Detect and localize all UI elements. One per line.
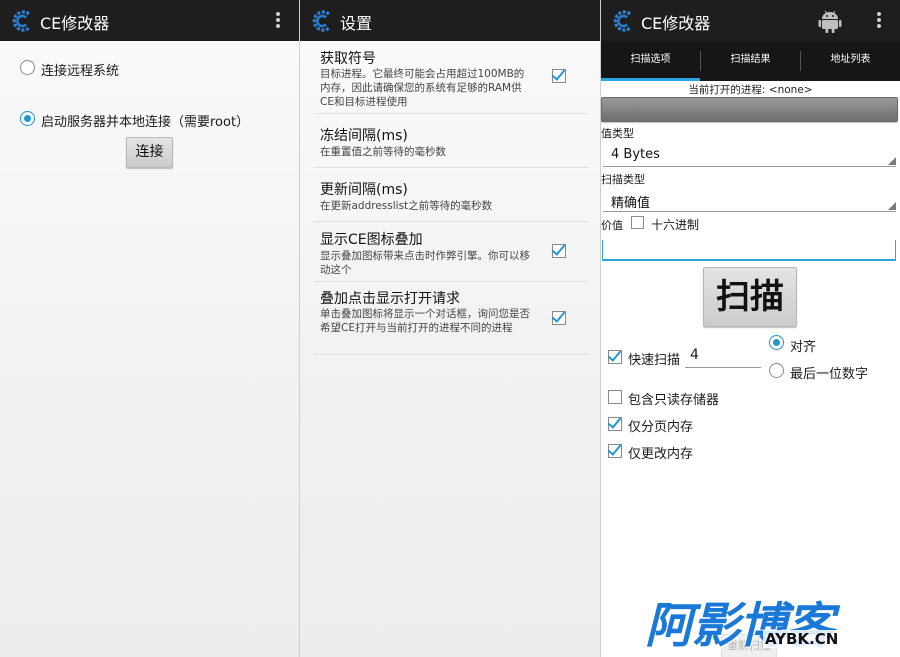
connect-screen: CE修改器 连接远程系统 启动服务器并本地连接（需要root） 连接 bbox=[0, 0, 299, 657]
action-bar: 设置 bbox=[300, 0, 600, 41]
last-digit-label: 最后一位数字 bbox=[790, 367, 869, 382]
settings-screen: 设置 获取符号 目标进程。它最终可能会占用超过100MB的内存，因此请确保您的系… bbox=[300, 0, 600, 657]
pref-fetch-symbols[interactable]: 获取符号 目标进程。它最终可能会占用超过100MB的内存，因此请确保您的系统有足… bbox=[314, 46, 588, 114]
action-bar: CE修改器 bbox=[0, 0, 299, 41]
readonly-memory-checkbox[interactable] bbox=[608, 390, 622, 404]
changed-memory-checkbox[interactable] bbox=[608, 444, 622, 458]
pref-summary: 在更新addresslist之前等待的毫秒数 bbox=[320, 200, 493, 212]
scan-screen: CE修改器 扫描选项 扫描结果 地址列表 当前打开的进程: <none> 值类型… bbox=[601, 0, 900, 657]
hex-label: 十六进制 bbox=[651, 218, 700, 232]
spinner-arrow-icon bbox=[888, 157, 896, 165]
app-title: CE修改器 bbox=[40, 14, 110, 33]
tab-scan-results[interactable]: 扫描结果 bbox=[701, 41, 800, 81]
pref-title: 获取符号 bbox=[320, 51, 376, 67]
pref-title: 冻结间隔(ms) bbox=[320, 128, 408, 144]
remote-system-label: 连接远程系统 bbox=[41, 64, 120, 79]
watermark-url: AYBK.CN bbox=[763, 630, 841, 648]
value-input[interactable] bbox=[602, 240, 896, 261]
ce-logo-icon bbox=[12, 10, 31, 32]
pref-title: 叠加点击显示打开请求 bbox=[320, 291, 460, 307]
fast-scan-input[interactable]: 4 bbox=[685, 347, 761, 368]
align-radio[interactable] bbox=[769, 335, 784, 350]
pref-checkbox[interactable] bbox=[552, 244, 566, 258]
pref-update-interval[interactable]: 更新间隔(ms) 在更新addresslist之前等待的毫秒数 bbox=[314, 168, 588, 222]
pref-summary: 在重置值之前等待的毫秒数 bbox=[320, 146, 446, 158]
changed-memory-label: 仅更改内存 bbox=[628, 447, 694, 462]
pref-freeze-interval[interactable]: 冻结间隔(ms) 在重置值之前等待的毫秒数 bbox=[314, 114, 588, 168]
pref-title: 显示CE图标叠加 bbox=[320, 232, 423, 248]
settings-title: 设置 bbox=[340, 14, 373, 33]
fast-scan-checkbox[interactable] bbox=[608, 350, 622, 364]
local-server-label: 启动服务器并本地连接（需要root） bbox=[41, 115, 250, 130]
watermark-logo: 阿影博客 AYBK.CN bbox=[645, 592, 885, 654]
value-label: 价值 bbox=[601, 219, 623, 232]
pref-checkbox[interactable] bbox=[552, 311, 566, 325]
overflow-menu-icon[interactable] bbox=[876, 12, 882, 30]
value-type-label: 值类型 bbox=[601, 127, 634, 140]
remote-system-radio[interactable] bbox=[20, 60, 35, 75]
action-bar: CE修改器 bbox=[601, 0, 900, 41]
select-process-button[interactable] bbox=[601, 97, 898, 122]
current-process-label: 当前打开的进程: <none> bbox=[688, 84, 813, 96]
hex-checkbox[interactable] bbox=[631, 216, 644, 229]
value-type-value: 4 Bytes bbox=[611, 147, 660, 162]
tab-scan-options[interactable]: 扫描选项 bbox=[601, 41, 700, 81]
spinner-arrow-icon bbox=[888, 202, 896, 210]
ce-logo-icon bbox=[312, 10, 331, 32]
scan-type-value: 精确值 bbox=[611, 196, 651, 211]
connect-button[interactable]: 连接 bbox=[126, 137, 173, 168]
pref-title: 更新间隔(ms) bbox=[320, 182, 408, 198]
pref-summary: 显示叠加图标带来点击时作弊引擎。你可以移动这个 bbox=[320, 250, 530, 276]
paged-memory-checkbox[interactable] bbox=[608, 417, 622, 431]
paged-memory-label: 仅分页内存 bbox=[628, 420, 694, 435]
scan-type-spinner[interactable]: 精确值 bbox=[603, 190, 896, 212]
pref-show-overlay[interactable]: 显示CE图标叠加 显示叠加图标带来点击时作弊引擎。你可以移动这个 bbox=[314, 222, 588, 282]
tab-address-list[interactable]: 地址列表 bbox=[801, 41, 900, 81]
readonly-memory-label: 包含只读存储器 bbox=[628, 393, 720, 408]
align-label: 对齐 bbox=[790, 340, 817, 355]
overflow-menu-icon[interactable] bbox=[275, 12, 281, 30]
android-process-icon[interactable] bbox=[818, 8, 842, 34]
pref-checkbox[interactable] bbox=[552, 69, 566, 83]
pref-summary: 目标进程。它最终可能会占用超过100MB的内存，因此请确保您的系统有足够的RAM… bbox=[320, 68, 525, 108]
tab-bar: 扫描选项 扫描结果 地址列表 bbox=[601, 41, 900, 81]
pref-overlay-open-request[interactable]: 叠加点击显示打开请求 单击叠加图标将显示一个对话框，询问您是否希望CE打开与当前… bbox=[314, 282, 588, 355]
value-type-spinner[interactable]: 4 Bytes bbox=[603, 145, 896, 167]
last-digit-radio[interactable] bbox=[769, 363, 784, 378]
fast-scan-label: 快速扫描 bbox=[628, 353, 681, 368]
ce-logo-icon bbox=[613, 10, 632, 32]
scan-button[interactable]: 扫描 bbox=[703, 267, 797, 327]
app-title: CE修改器 bbox=[641, 14, 711, 33]
local-server-radio[interactable] bbox=[20, 111, 35, 126]
pref-summary: 单击叠加图标将显示一个对话框，询问您是否希望CE打开与当前打开的进程不同的进程 bbox=[320, 308, 530, 334]
scan-type-label: 扫描类型 bbox=[601, 173, 645, 186]
